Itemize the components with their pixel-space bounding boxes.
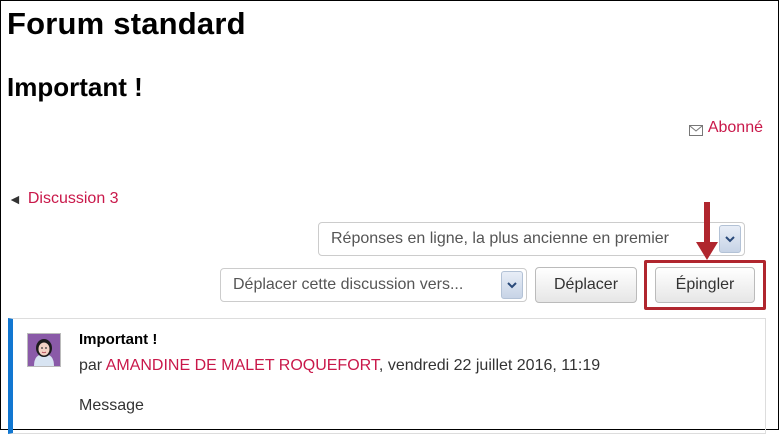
- avatar[interactable]: [27, 333, 61, 367]
- move-discussion-select[interactable]: Déplacer cette discussion vers...: [220, 268, 527, 302]
- pin-button[interactable]: Épingler: [655, 267, 755, 303]
- post-message: Message: [79, 397, 144, 414]
- chevron-down-icon: [719, 225, 741, 253]
- byline-prefix: par: [79, 357, 106, 374]
- prev-discussion-link[interactable]: ◄ Discussion 3: [8, 190, 119, 208]
- prev-discussion-label: Discussion 3: [27, 190, 119, 207]
- move-button[interactable]: Déplacer: [535, 267, 637, 303]
- annotation-arrow: [696, 202, 718, 260]
- display-mode-value: Réponses en ligne, la plus ancienne en p…: [331, 230, 669, 247]
- subscription-toggle[interactable]: Abonné: [688, 119, 763, 137]
- post-date: , vendredi 22 juillet 2016, 11:19: [378, 357, 601, 374]
- post-subject: Important !: [79, 331, 158, 348]
- move-discussion-value: Déplacer cette discussion vers...: [233, 276, 464, 293]
- envelope-icon: [688, 123, 703, 136]
- forum-title: Forum standard: [7, 6, 246, 41]
- left-arrow-icon: ◄: [8, 191, 22, 207]
- subscription-label: Abonné: [707, 119, 763, 136]
- display-mode-select[interactable]: Réponses en ligne, la plus ancienne en p…: [318, 222, 745, 256]
- forum-post: Important ! par AMANDINE DE MALET ROQUEF…: [8, 318, 766, 434]
- post-byline: par AMANDINE DE MALET ROQUEFORT, vendred…: [79, 357, 600, 375]
- discussion-title: Important !: [7, 72, 143, 102]
- chevron-down-icon: [501, 271, 523, 299]
- post-author-link[interactable]: AMANDINE DE MALET ROQUEFORT: [106, 357, 379, 374]
